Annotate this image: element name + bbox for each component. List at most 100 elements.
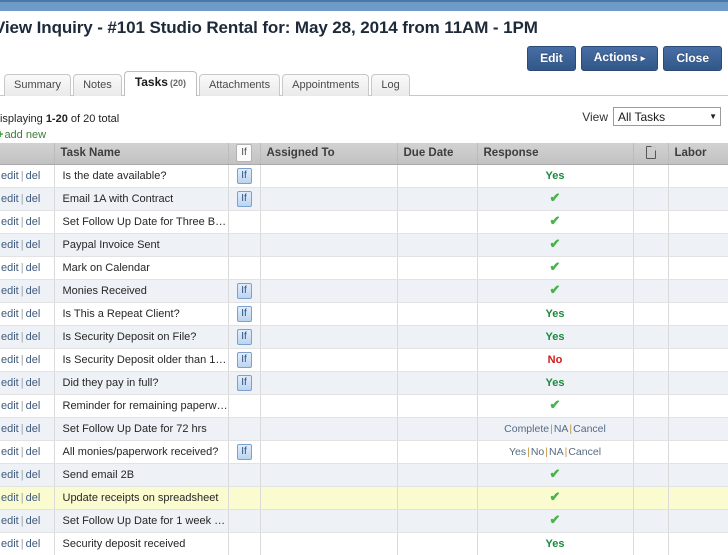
delete-row-link[interactable]: del — [26, 515, 41, 527]
tab-appointments[interactable]: Appointments — [282, 74, 370, 96]
delete-row-link[interactable]: del — [26, 331, 41, 343]
delete-row-link[interactable]: del — [26, 400, 41, 412]
edit-row-link[interactable]: edit — [1, 354, 19, 366]
column-header-actions — [0, 143, 55, 165]
assigned-to-cell — [260, 233, 398, 257]
edit-row-link[interactable]: edit — [1, 285, 19, 297]
edit-row-link[interactable]: edit — [1, 446, 19, 458]
column-header-response[interactable]: Response — [477, 143, 634, 165]
edit-row-link[interactable]: edit — [1, 538, 19, 550]
response-link-cancel[interactable]: Cancel — [573, 423, 606, 435]
edit-row-link[interactable]: edit — [1, 308, 19, 320]
delete-row-link[interactable]: del — [26, 285, 41, 297]
action-separator: | — [20, 353, 24, 366]
tab-label: Notes — [83, 79, 112, 91]
delete-row-link[interactable]: del — [26, 377, 41, 389]
column-header-labor[interactable]: Labor — [668, 143, 728, 165]
delete-row-link[interactable]: del — [26, 538, 41, 550]
assigned-to-cell — [260, 532, 398, 555]
response-link-yes[interactable]: Yes — [509, 446, 526, 458]
column-header-if[interactable]: If — [228, 143, 261, 165]
column-header-assigned-to[interactable]: Assigned To — [260, 143, 398, 165]
if-condition-button[interactable]: If — [236, 351, 252, 368]
attachment-cell — [633, 394, 669, 418]
edit-button[interactable]: Edit — [527, 46, 576, 71]
task-name-cell: Monies Received — [54, 279, 229, 303]
edit-row-link[interactable]: edit — [1, 423, 19, 435]
response-cell: No — [477, 348, 634, 372]
if-condition-button[interactable]: If — [236, 305, 252, 322]
delete-row-link[interactable]: del — [26, 423, 41, 435]
tab-attachments[interactable]: Attachments — [198, 74, 281, 96]
table-row: edit | del Did they pay in full? If Yes — [0, 371, 728, 395]
edit-row-link[interactable]: edit — [1, 216, 19, 228]
table-row: edit | del Paypal Invoice Sent ✔ — [0, 233, 728, 257]
table-row: edit | del Is This a Repeat Client? If Yes — [0, 302, 728, 326]
response-link-na[interactable]: NA — [549, 446, 564, 458]
edit-row-link[interactable]: edit — [1, 515, 19, 527]
edit-row-link[interactable]: edit — [1, 492, 19, 504]
tab-notes[interactable]: Notes — [73, 74, 122, 96]
view-select[interactable]: All Tasks ▼ — [613, 107, 721, 126]
delete-row-link[interactable]: del — [26, 239, 41, 251]
delete-row-link[interactable]: del — [26, 262, 41, 274]
if-condition-button[interactable]: If — [236, 374, 252, 391]
response-link-no[interactable]: No — [531, 446, 544, 458]
tab-tasks[interactable]: Tasks (20) — [123, 71, 197, 96]
response-action-links: Yes|No|NA|Cancel — [509, 446, 601, 458]
response-value: No — [547, 353, 563, 366]
due-date-cell — [397, 440, 478, 464]
delete-row-link[interactable]: del — [26, 354, 41, 366]
check-icon: ✔ — [549, 466, 561, 481]
column-header-task-name[interactable]: Task Name — [54, 143, 229, 165]
response-link-complete[interactable]: Complete — [504, 423, 549, 435]
if-cell: If — [228, 302, 261, 326]
action-separator: | — [20, 445, 24, 458]
table-row: edit | del Is Security Deposit older than 1… — [0, 348, 728, 372]
tab-label: Appointments — [292, 79, 360, 91]
if-condition-button[interactable]: If — [236, 282, 252, 299]
check-icon: ✔ — [549, 190, 561, 205]
if-condition-button[interactable]: If — [236, 443, 252, 460]
attachment-cell — [633, 210, 669, 234]
assigned-to-cell — [260, 210, 398, 234]
row-actions-cell: edit | del — [0, 256, 55, 280]
delete-row-link[interactable]: del — [26, 492, 41, 504]
inquiry-tasks-page: View Inquiry - #101 Studio Rental for: M… — [0, 0, 728, 555]
edit-row-link[interactable]: edit — [1, 400, 19, 412]
labor-cell — [668, 233, 728, 257]
attachment-cell — [633, 509, 669, 533]
response-link-na[interactable]: NA — [554, 423, 569, 435]
tab-summary[interactable]: Summary — [4, 74, 72, 96]
view-label: View — [582, 109, 608, 124]
delete-row-link[interactable]: del — [26, 446, 41, 458]
actions-button[interactable]: Actions ▸ — [580, 46, 659, 71]
column-header-attachment[interactable] — [633, 143, 669, 165]
assigned-to-cell — [260, 348, 398, 372]
edit-row-link[interactable]: edit — [1, 239, 19, 251]
edit-row-link[interactable]: edit — [1, 262, 19, 274]
column-header-due-date[interactable]: Due Date — [397, 143, 478, 165]
if-condition-button[interactable]: If — [236, 190, 252, 207]
delete-row-link[interactable]: del — [26, 170, 41, 182]
due-date-cell — [397, 164, 478, 188]
if-condition-button[interactable]: If — [236, 167, 252, 184]
tab-log[interactable]: Log — [371, 74, 410, 96]
if-condition-button[interactable]: If — [236, 328, 252, 345]
delete-row-link[interactable]: del — [26, 469, 41, 481]
response-link-cancel[interactable]: Cancel — [568, 446, 601, 458]
delete-row-link[interactable]: del — [26, 308, 41, 320]
edit-row-link[interactable]: edit — [1, 377, 19, 389]
add-new-link[interactable]: +add new — [0, 129, 46, 141]
check-icon: ✔ — [549, 282, 561, 297]
delete-row-link[interactable]: del — [26, 193, 41, 205]
edit-row-link[interactable]: edit — [1, 469, 19, 481]
edit-row-link[interactable]: edit — [1, 170, 19, 182]
due-date-cell — [397, 187, 478, 211]
edit-row-link[interactable]: edit — [1, 331, 19, 343]
response-cell: ✔ — [477, 187, 634, 211]
assigned-to-cell — [260, 279, 398, 303]
close-button[interactable]: Close — [663, 46, 722, 71]
edit-row-link[interactable]: edit — [1, 193, 19, 205]
delete-row-link[interactable]: del — [26, 216, 41, 228]
